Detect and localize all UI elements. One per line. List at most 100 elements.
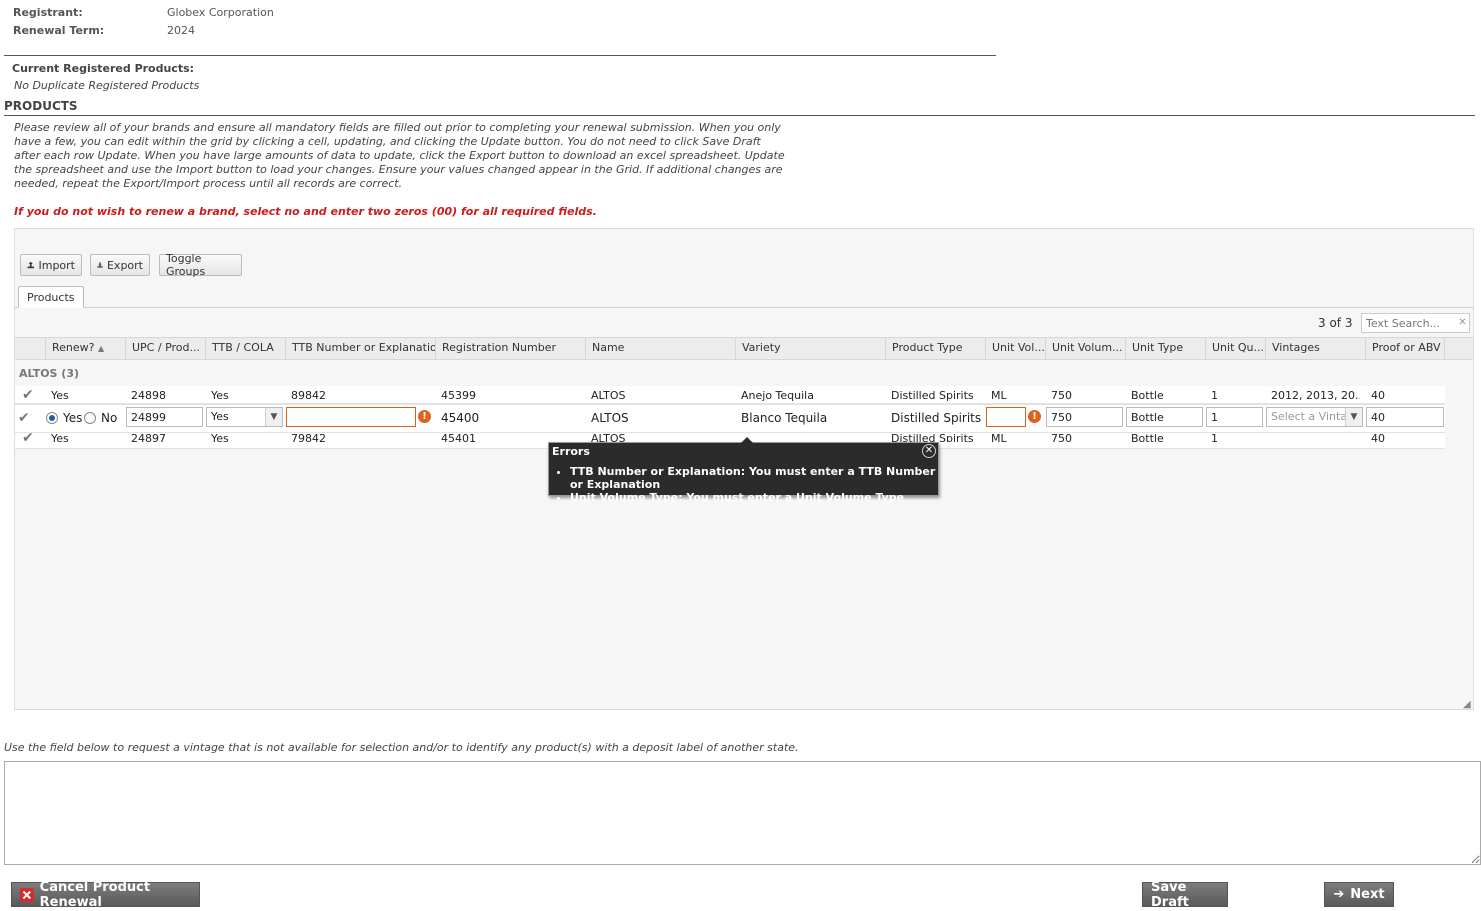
cell-name[interactable]: ALTOS: [585, 432, 626, 442]
cell-renew[interactable]: Yes: [45, 432, 69, 445]
cell-ttb-number[interactable]: 79842: [285, 432, 326, 445]
vintage-request-note: Use the field below to request a vintage…: [4, 741, 799, 754]
unit-qty-input[interactable]: [1206, 407, 1263, 427]
col-variety[interactable]: Variety: [735, 337, 885, 360]
col-registration-number[interactable]: Registration Number: [435, 337, 585, 360]
download-icon: [97, 262, 103, 268]
products-section-title: PRODUCTS: [4, 99, 78, 113]
col-ttb-cola[interactable]: TTB / COLA: [205, 337, 285, 360]
cell-variety[interactable]: Blanco Tequila: [735, 411, 827, 425]
record-count: 3 of 3: [1318, 316, 1353, 330]
vintage-request-textarea[interactable]: [4, 761, 1481, 865]
ttb-number-input[interactable]: [286, 407, 416, 427]
clear-search-icon[interactable]: ✕: [1456, 316, 1469, 329]
col-unit-type[interactable]: Unit Type: [1125, 337, 1205, 360]
renew-yes-label: Yes: [63, 411, 83, 425]
import-label: Import: [38, 258, 75, 272]
cell-name[interactable]: ALTOS: [585, 389, 626, 402]
cell-name[interactable]: ALTOS: [585, 411, 629, 425]
cell-variety[interactable]: Anejo Tequila: [735, 389, 814, 402]
renew-no-label: No: [101, 411, 118, 425]
save-draft-label: Save Draft: [1151, 879, 1189, 910]
cell-unit-vol[interactable]: ML: [985, 389, 1007, 402]
cell-ttb-number[interactable]: 89842: [285, 389, 326, 402]
cell-unit-volume[interactable]: 750: [1045, 432, 1072, 445]
tab-products[interactable]: Products: [18, 286, 84, 308]
close-icon[interactable]: ✕: [922, 444, 936, 458]
products-divider: [4, 115, 1475, 116]
instructions-text: Please review all of your brands and ens…: [14, 121, 785, 190]
col-unit-volume[interactable]: Unit Volum...: [1045, 337, 1125, 360]
unit-type-input[interactable]: [1126, 407, 1203, 427]
cancel-renewal-button[interactable]: Cancel Product Renewal: [11, 879, 200, 910]
cell-ttb-cola[interactable]: Yes: [205, 432, 229, 445]
cell-product-type[interactable]: Distilled Spirits: [885, 389, 974, 402]
col-ttb-number[interactable]: TTB Number or Explanation: [285, 337, 435, 360]
toggle-groups-button[interactable]: Toggle Groups: [159, 252, 242, 278]
check-icon[interactable]: ✔: [18, 410, 30, 426]
renewal-term-value: 2024: [167, 24, 195, 37]
renewal-term-label: Renewal Term:: [13, 24, 105, 37]
unit-volume-input[interactable]: [1046, 407, 1123, 427]
renewal-warning: If you do not wish to renew a brand, sel…: [14, 205, 597, 218]
cell-unit-type[interactable]: Bottle: [1125, 432, 1164, 445]
col-upc[interactable]: UPC / Prod...: [125, 337, 205, 360]
group-header-altos[interactable]: ALTOS (3): [19, 367, 79, 380]
errors-tooltip: Errors ✕ TTB Number or Explanation: You …: [548, 437, 939, 504]
cell-ttb-cola[interactable]: Yes: [205, 389, 229, 402]
no-duplicate-note: No Duplicate Registered Products: [14, 79, 200, 92]
cell-product-type[interactable]: Distilled Spirits: [885, 411, 981, 425]
export-label: Export: [106, 258, 143, 272]
registrant-label: Registrant:: [13, 6, 83, 19]
cell-proof[interactable]: 40: [1365, 389, 1385, 402]
error-item: Unit Volume Type: You must enter a Unit …: [570, 491, 938, 504]
divider: [4, 55, 996, 56]
registrant-value: Globex Corporation: [167, 6, 274, 19]
cell-unit-vol[interactable]: ML: [985, 432, 1007, 445]
cell-product-type[interactable]: Distilled Spirits: [885, 432, 974, 442]
chevron-down-icon[interactable]: ▼: [265, 408, 282, 426]
tooltip-arrow: [741, 437, 753, 443]
import-button[interactable]: Import: [20, 254, 82, 276]
table-row[interactable]: [15, 386, 1445, 404]
cell-registration-number[interactable]: 45399: [435, 389, 476, 402]
col-unit-qty[interactable]: Unit Qu...: [1205, 337, 1265, 360]
col-product-type[interactable]: Product Type: [885, 337, 985, 360]
unit-vol-type-input[interactable]: [986, 407, 1026, 427]
errors-title: Errors: [552, 445, 590, 458]
export-button[interactable]: Export: [90, 254, 150, 276]
col-unit-vol[interactable]: Unit Vol...: [985, 337, 1045, 360]
proof-input[interactable]: [1366, 407, 1444, 427]
chevron-down-icon[interactable]: ▼: [1345, 408, 1362, 426]
cell-registration-number[interactable]: 45400: [435, 411, 479, 425]
cell-unit-qty[interactable]: 1: [1205, 389, 1218, 402]
error-icon[interactable]: !: [1028, 410, 1041, 423]
col-vintages[interactable]: Vintages: [1265, 337, 1365, 360]
cell-unit-qty[interactable]: 1: [1205, 432, 1218, 445]
current-products-label: Current Registered Products:: [12, 62, 195, 75]
col-name[interactable]: Name: [585, 337, 735, 360]
upload-icon: [27, 261, 34, 269]
cell-vintages[interactable]: 2012, 2013, 20...: [1265, 389, 1360, 402]
error-icon[interactable]: !: [418, 410, 431, 423]
tab-strip: [14, 286, 1474, 308]
cell-renew[interactable]: Yes: [45, 389, 69, 402]
cell-registration-number[interactable]: 45401: [435, 432, 476, 445]
cell-unit-volume[interactable]: 750: [1045, 389, 1072, 402]
text-search-input[interactable]: [1361, 313, 1470, 333]
cell-proof[interactable]: 40: [1365, 432, 1385, 445]
save-draft-button[interactable]: Save Draft: [1142, 879, 1228, 910]
error-item: TTB Number or Explanation: You must ente…: [570, 465, 938, 491]
next-label: Next: [1350, 887, 1385, 902]
sort-asc-icon: ▲: [98, 344, 105, 353]
next-button[interactable]: ➔ Next: [1324, 882, 1394, 907]
cell-unit-type[interactable]: Bottle: [1125, 389, 1164, 402]
upc-input[interactable]: [126, 407, 203, 427]
col-proof[interactable]: Proof or ABV: [1365, 337, 1445, 360]
arrow-right-icon: ➔: [1333, 887, 1345, 902]
cancel-renewal-label: Cancel Product Renewal: [39, 879, 151, 910]
col-renew[interactable]: Renew? ▲: [45, 337, 125, 360]
resize-handle-icon[interactable]: ◢: [1463, 699, 1473, 710]
cell-upc[interactable]: 24898: [125, 389, 166, 402]
cell-upc[interactable]: 24897: [125, 432, 166, 445]
